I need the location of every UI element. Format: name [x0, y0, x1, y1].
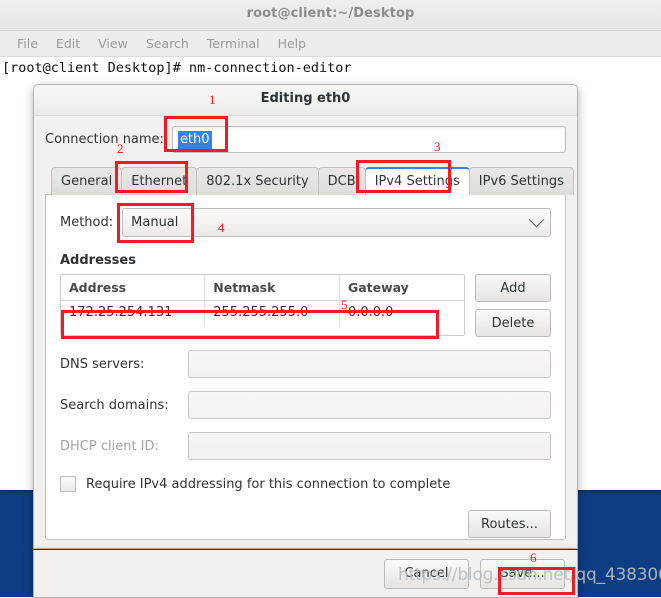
terminal-prompt-line: [root@client Desktop]# nm-connection-edi… [2, 60, 352, 76]
editing-connection-dialog: Editing eth0 Connection name: eth0 Gener… [33, 84, 578, 598]
tab-dcb[interactable]: DCB [317, 167, 366, 195]
dhcp-client-id-row: DHCP client ID: [60, 432, 551, 460]
dns-servers-label: DNS servers: [60, 356, 145, 372]
tab-ipv6-settings[interactable]: IPv6 Settings [468, 167, 574, 195]
tab-ethernet[interactable]: Ethernet [121, 167, 198, 195]
connection-name-row: Connection name: eth0 [45, 126, 566, 153]
require-ipv4-row[interactable]: Require IPv4 addressing for this connect… [60, 476, 551, 492]
cell-gateway[interactable]: 0.0.0.0 [340, 301, 464, 327]
dialog-title: Editing eth0 [260, 91, 351, 106]
menu-item-view[interactable]: View [89, 34, 137, 53]
search-domains-label: Search domains: [60, 397, 169, 413]
addresses-section-label: Addresses [60, 253, 136, 268]
tab-general[interactable]: General [51, 167, 123, 195]
require-ipv4-checkbox[interactable] [60, 476, 76, 492]
addresses-buttons: Add Delete [475, 274, 551, 337]
menu-item-edit[interactable]: Edit [47, 34, 89, 53]
addresses-area: Address Netmask Gateway 172.25.254.131 2… [60, 274, 551, 337]
menu-item-terminal[interactable]: Terminal [198, 34, 269, 53]
dialog-titlebar[interactable]: Editing eth0 [34, 85, 577, 116]
watermark: https://blog.csdn.net/qq_43830639 [398, 565, 661, 585]
search-domains-input[interactable] [188, 391, 551, 419]
menu-item-search[interactable]: Search [137, 34, 198, 53]
column-header-gateway: Gateway [347, 280, 409, 295]
table-row[interactable]: 172.25.254.131 255.255.255.0 0.0.0.0 [61, 301, 464, 327]
routes-row: Routes... [60, 510, 551, 538]
chevron-down-icon [528, 211, 545, 228]
routes-button[interactable]: Routes... [468, 510, 551, 538]
dns-servers-input[interactable] [188, 350, 551, 378]
method-selected-value: Manual [131, 215, 179, 230]
column-header-address: Address [61, 275, 206, 300]
require-ipv4-label: Require IPv4 addressing for this connect… [86, 476, 451, 492]
method-row: Method: Manual [60, 208, 551, 237]
connection-name-value: eth0 [177, 130, 212, 149]
addresses-table[interactable]: Address Netmask Gateway 172.25.254.131 2… [60, 274, 465, 336]
column-header-netmask: Netmask [205, 275, 340, 300]
cell-netmask[interactable]: 255.255.255.0 [205, 301, 340, 327]
terminal-titlebar[interactable]: root@client:~/Desktop [0, 0, 661, 31]
connection-name-label: Connection name: [45, 132, 164, 147]
cell-address[interactable]: 172.25.254.131 [61, 301, 206, 327]
addresses-table-header: Address Netmask Gateway [61, 275, 464, 301]
dialog-body: Connection name: eth0 General Ethernet 8… [34, 116, 577, 540]
method-combobox[interactable]: Manual [122, 208, 551, 237]
settings-tabstrip: General Ethernet 802.1x Security DCB IPv… [45, 167, 574, 195]
menu-item-file[interactable]: File [8, 34, 47, 53]
dhcp-client-id-input [188, 432, 551, 460]
dns-servers-row: DNS servers: [60, 350, 551, 378]
tab-802-1x-security[interactable]: 802.1x Security [196, 167, 319, 195]
dhcp-client-id-label: DHCP client ID: [60, 438, 159, 454]
search-domains-row: Search domains: [60, 391, 551, 419]
add-button[interactable]: Add [475, 274, 551, 302]
ipv4-settings-panel: Method: Manual Addresses Address Netmask… [45, 194, 566, 540]
tab-ipv4-settings[interactable]: IPv4 Settings [364, 167, 470, 195]
menu-item-help[interactable]: Help [269, 34, 316, 53]
delete-button[interactable]: Delete [475, 309, 551, 337]
terminal-menubar: File Edit View Search Terminal Help [0, 31, 661, 57]
terminal-title: root@client:~/Desktop [246, 6, 415, 21]
connection-name-input[interactable]: eth0 [171, 126, 566, 153]
method-label: Method: [60, 215, 114, 230]
